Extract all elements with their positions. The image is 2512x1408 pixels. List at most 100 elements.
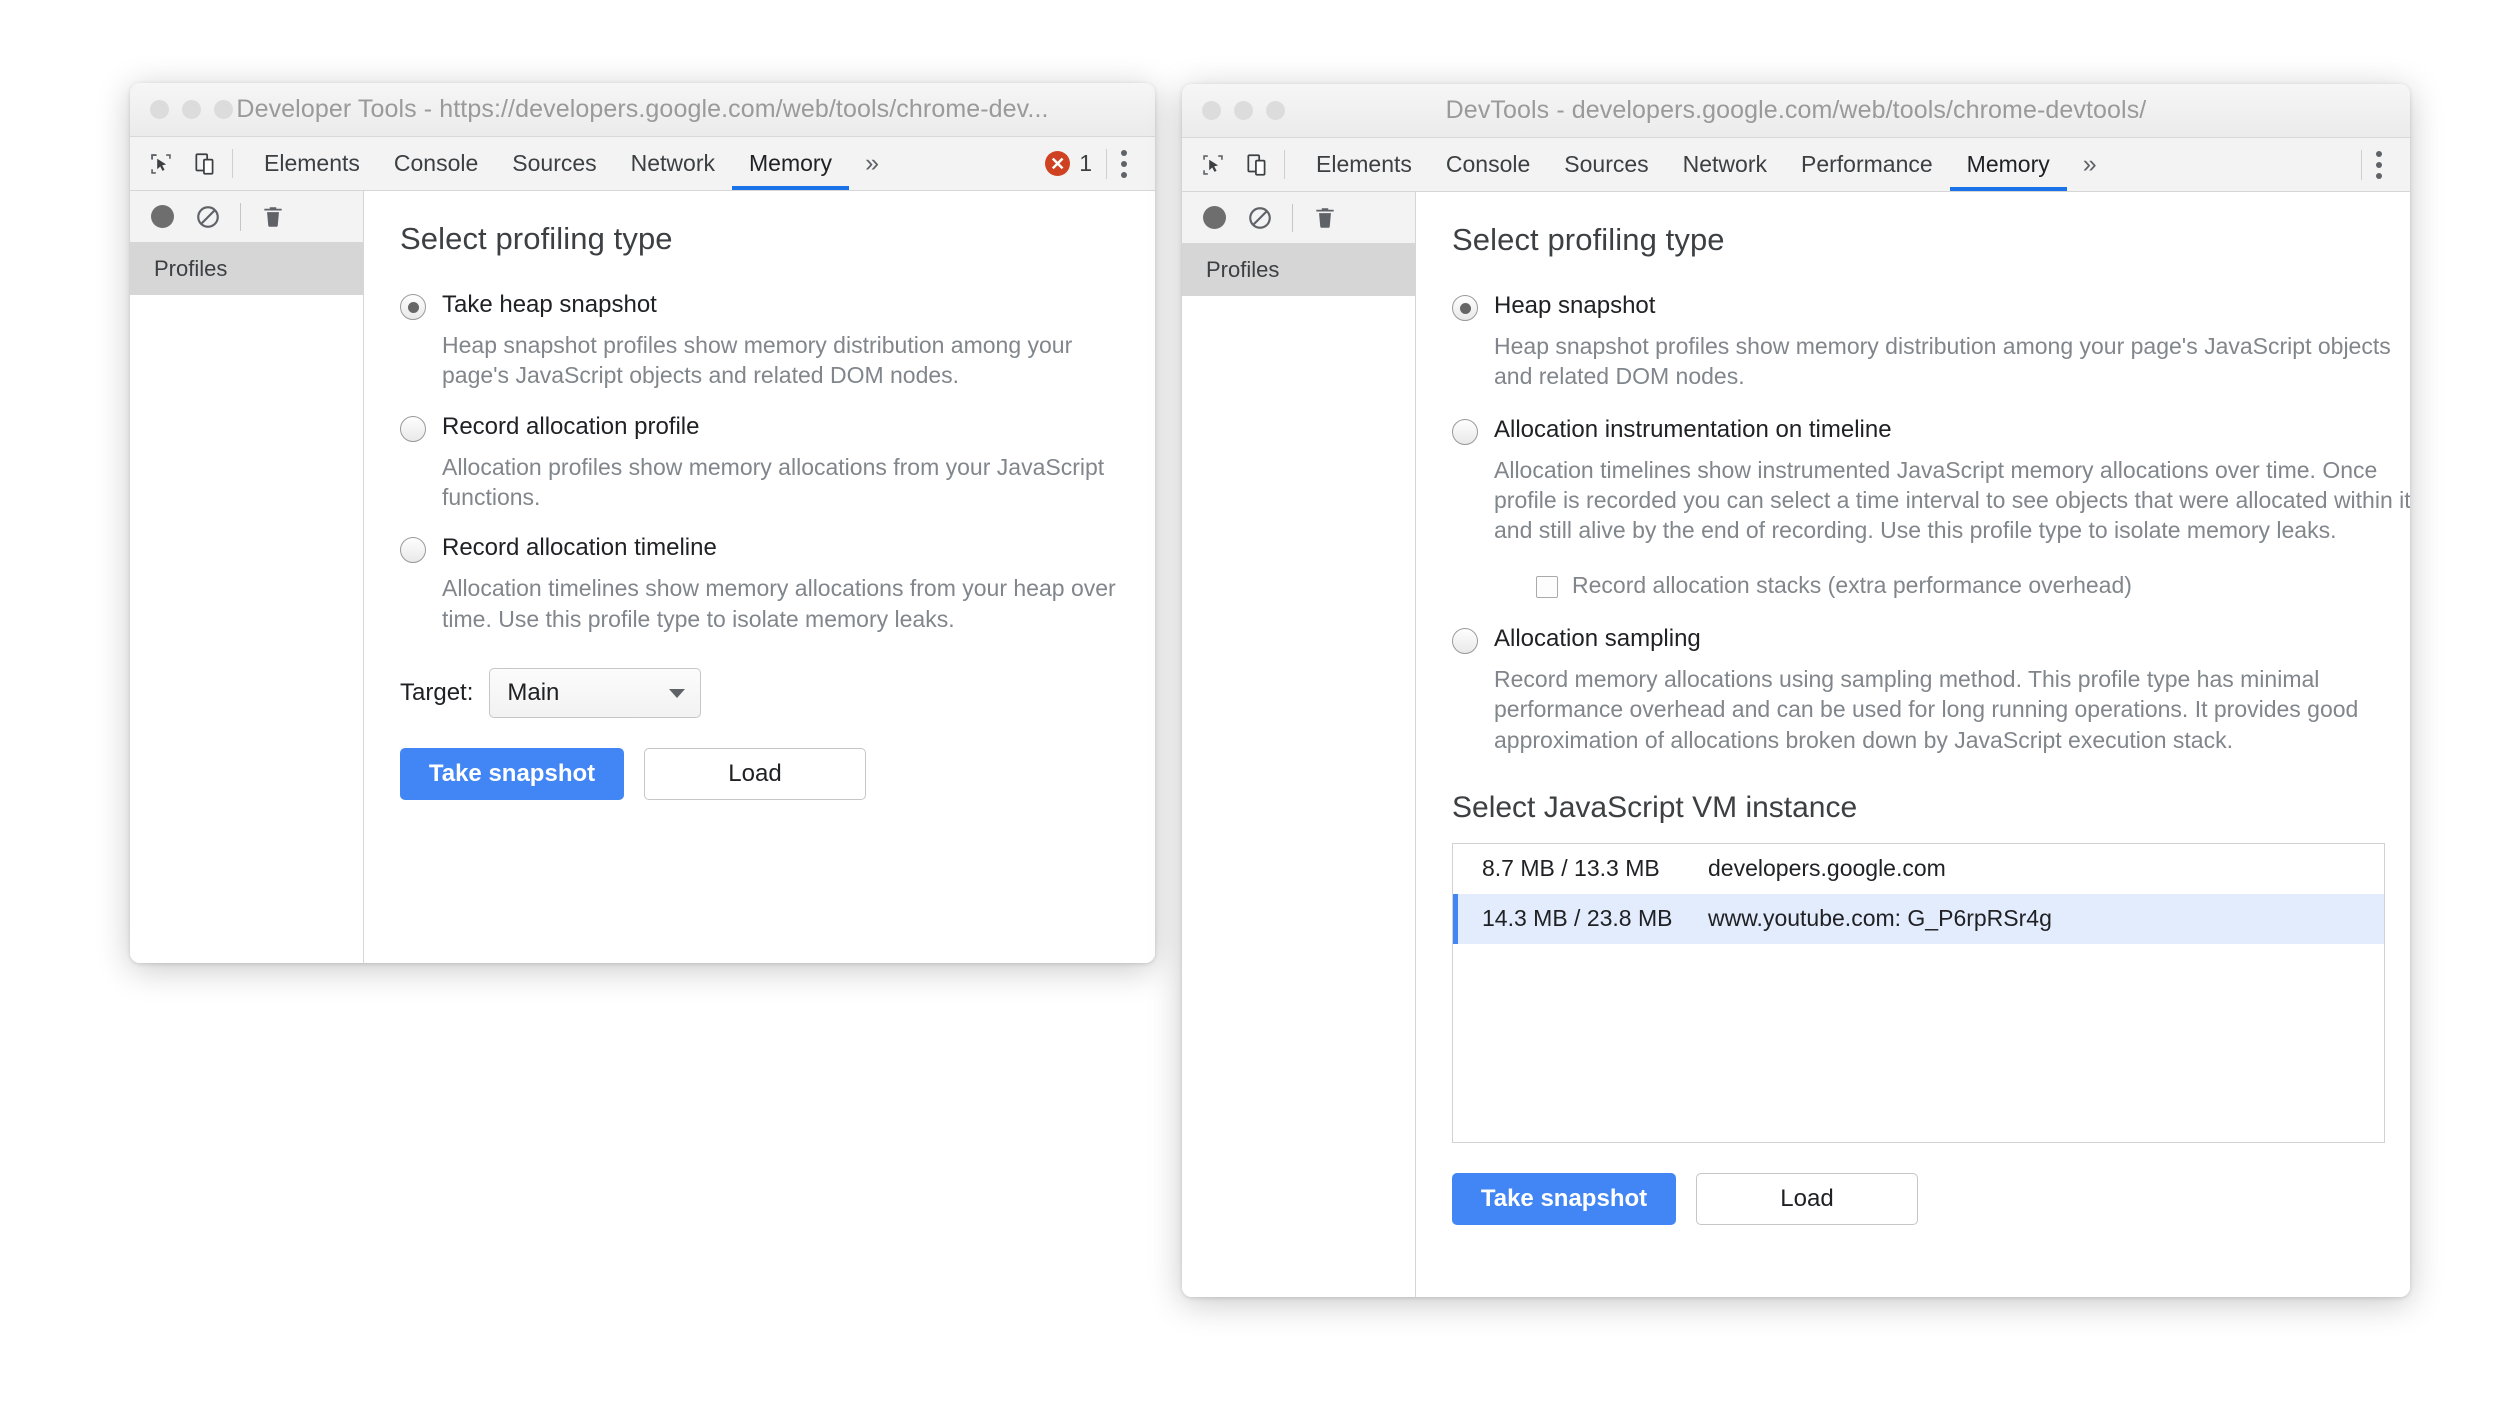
more-tabs-chevron-icon[interactable]: » bbox=[2067, 138, 2113, 191]
device-toolbar-icon[interactable] bbox=[192, 151, 218, 177]
radio-row-allocation-instrumentation[interactable]: Allocation instrumentation on timeline bbox=[1452, 416, 2410, 445]
option-label: Allocation sampling bbox=[1494, 624, 1701, 652]
radio-record-allocation-profile[interactable] bbox=[400, 415, 426, 442]
tab-performance[interactable]: Performance bbox=[1784, 138, 1950, 191]
table-row[interactable]: 8.7 MB / 13.3 MB developers.google.com bbox=[1453, 844, 2384, 894]
option-description: Heap snapshot profiles show memory distr… bbox=[442, 332, 1073, 389]
option-description: Allocation timelines show instrumented J… bbox=[1494, 456, 2410, 544]
radio-row-record-allocation-timeline[interactable]: Record allocation timeline bbox=[400, 534, 1155, 564]
target-select-value: Main bbox=[507, 679, 560, 707]
right-memory-panel: Select profiling type Heap snapshot Heap… bbox=[1416, 192, 2410, 1297]
left-devtools-body: Profiles Select profiling type Take heap… bbox=[130, 191, 1155, 963]
option-record-allocation-timeline: Record allocation timeline Allocation ti… bbox=[400, 534, 1155, 634]
tab-memory[interactable]: Memory bbox=[732, 137, 850, 190]
right-window-titlebar: DevTools - developers.google.com/web/too… bbox=[1182, 84, 2410, 138]
right-tabstrip: Elements Console Sources Network Perform… bbox=[1182, 138, 2410, 192]
target-select[interactable]: Main bbox=[489, 668, 702, 719]
radio-row-take-heap-snapshot[interactable]: Take heap snapshot bbox=[400, 291, 1155, 320]
option-heap-snapshot: Heap snapshot Heap snapshot profiles sho… bbox=[1452, 292, 2410, 392]
radio-allocation-instrumentation[interactable] bbox=[1452, 418, 1478, 445]
target-row: Target: Main bbox=[400, 668, 1155, 719]
tab-elements[interactable]: Elements bbox=[247, 137, 377, 190]
load-button[interactable]: Load bbox=[644, 748, 866, 801]
take-snapshot-button[interactable]: Take snapshot bbox=[400, 748, 624, 801]
option-label: Take heap snapshot bbox=[442, 291, 657, 318]
left-sidebar-list: Profiles bbox=[130, 243, 363, 963]
vm-row-name: www.youtube.com: G_P6rpRSr4g bbox=[1708, 905, 2052, 932]
screenshot-root: Developer Tools - https://developers.goo… bbox=[0, 0, 2512, 1408]
trash-icon[interactable] bbox=[259, 203, 287, 231]
clear-icon[interactable] bbox=[1246, 204, 1274, 232]
vm-instance-heading: Select JavaScript VM instance bbox=[1452, 790, 1858, 824]
tab-sources[interactable]: Sources bbox=[495, 137, 613, 190]
radio-take-heap-snapshot[interactable] bbox=[400, 294, 426, 320]
left-panel-heading: Select profiling type bbox=[400, 221, 673, 256]
more-tabs-chevron-icon[interactable]: » bbox=[849, 137, 895, 190]
tab-elements[interactable]: Elements bbox=[1299, 138, 1429, 191]
option-description: Heap snapshot profiles show memory distr… bbox=[1494, 333, 2391, 390]
left-sidebar: Profiles bbox=[130, 191, 364, 963]
tab-sources[interactable]: Sources bbox=[1547, 138, 1665, 191]
inspect-element-icon[interactable] bbox=[1200, 152, 1226, 178]
left-memory-panel: Select profiling type Take heap snapshot… bbox=[364, 191, 1155, 963]
vm-instance-list[interactable]: 8.7 MB / 13.3 MB developers.google.com 1… bbox=[1452, 842, 2385, 1143]
trash-icon[interactable] bbox=[1311, 204, 1339, 232]
error-count: 1 bbox=[1079, 150, 1092, 176]
more-options-kebab-icon[interactable] bbox=[2362, 150, 2396, 179]
tab-console[interactable]: Console bbox=[1429, 138, 1547, 191]
radio-heap-snapshot[interactable] bbox=[1452, 295, 1478, 321]
option-label: Heap snapshot bbox=[1494, 292, 1656, 319]
left-panel-tabs: Elements Console Sources Network Memory … bbox=[233, 137, 1031, 190]
option-label: Record allocation timeline bbox=[442, 534, 717, 562]
vm-row-name: developers.google.com bbox=[1708, 855, 1946, 882]
option-label: Allocation instrumentation on timeline bbox=[1494, 415, 1892, 443]
option-description: Allocation profiles show memory allocati… bbox=[442, 453, 1105, 511]
error-badge[interactable]: ✕ 1 bbox=[1031, 150, 1106, 177]
right-devtools-window: DevTools - developers.google.com/web/too… bbox=[1182, 84, 2410, 1297]
tab-console[interactable]: Console bbox=[377, 137, 495, 190]
left-window-titlebar: Developer Tools - https://developers.goo… bbox=[130, 83, 1155, 137]
option-label: Record allocation profile bbox=[442, 412, 700, 440]
radio-row-allocation-sampling[interactable]: Allocation sampling bbox=[1452, 625, 2410, 654]
right-button-row: Take snapshot Load bbox=[1452, 1172, 2410, 1225]
right-panel-tabs: Elements Console Sources Network Perform… bbox=[1285, 138, 2361, 191]
error-icon: ✕ bbox=[1045, 151, 1071, 176]
right-devtools-body: Profiles Select profiling type Heap snap… bbox=[1182, 192, 2410, 1297]
right-tool-icons bbox=[1182, 138, 1284, 191]
tab-memory[interactable]: Memory bbox=[1949, 138, 2067, 191]
option-description: Record memory allocations using sampling… bbox=[1494, 665, 2359, 753]
radio-row-record-allocation-profile[interactable]: Record allocation profile bbox=[400, 413, 1155, 442]
table-row[interactable]: 14.3 MB / 23.8 MB www.youtube.com: G_P6r… bbox=[1453, 893, 2384, 944]
record-allocation-stacks-checkbox[interactable] bbox=[1536, 575, 1558, 598]
tab-network[interactable]: Network bbox=[1666, 138, 1784, 191]
radio-record-allocation-timeline[interactable] bbox=[400, 537, 426, 564]
right-sidebar: Profiles bbox=[1182, 192, 1416, 1297]
sidebar-item-profiles[interactable]: Profiles bbox=[130, 243, 363, 295]
more-options-kebab-icon[interactable] bbox=[1107, 149, 1141, 178]
left-button-row: Take snapshot Load bbox=[400, 748, 1155, 801]
record-icon[interactable] bbox=[1200, 204, 1228, 232]
record-allocation-stacks-label: Record allocation stacks (extra performa… bbox=[1572, 571, 2132, 598]
option-take-heap-snapshot: Take heap snapshot Heap snapshot profile… bbox=[400, 291, 1155, 391]
record-icon[interactable] bbox=[148, 203, 176, 231]
target-label: Target: bbox=[400, 679, 474, 707]
option-description: Allocation timelines show memory allocat… bbox=[442, 575, 1116, 632]
load-button[interactable]: Load bbox=[1696, 1172, 1918, 1225]
left-tabstrip: Elements Console Sources Network Memory … bbox=[130, 137, 1155, 191]
clear-icon[interactable] bbox=[194, 203, 222, 231]
sidebar-toolbar-divider bbox=[240, 202, 241, 231]
inspect-element-icon[interactable] bbox=[148, 151, 174, 177]
radio-allocation-sampling[interactable] bbox=[1452, 627, 1478, 654]
tab-network[interactable]: Network bbox=[614, 137, 732, 190]
record-allocation-stacks-row[interactable]: Record allocation stacks (extra performa… bbox=[1536, 572, 2410, 599]
option-allocation-sampling: Allocation sampling Record memory alloca… bbox=[1452, 625, 2410, 755]
device-toolbar-icon[interactable] bbox=[1244, 152, 1270, 178]
vm-row-size: 8.7 MB / 13.3 MB bbox=[1482, 855, 1660, 882]
left-devtools-window: Developer Tools - https://developers.goo… bbox=[130, 83, 1155, 963]
right-panel-heading: Select profiling type bbox=[1452, 222, 1725, 257]
chevron-down-icon bbox=[669, 688, 686, 698]
take-snapshot-button[interactable]: Take snapshot bbox=[1452, 1172, 1676, 1225]
radio-row-heap-snapshot[interactable]: Heap snapshot bbox=[1452, 292, 2410, 321]
sidebar-item-profiles[interactable]: Profiles bbox=[1182, 244, 1415, 296]
right-sidebar-toolbar bbox=[1182, 192, 1415, 244]
